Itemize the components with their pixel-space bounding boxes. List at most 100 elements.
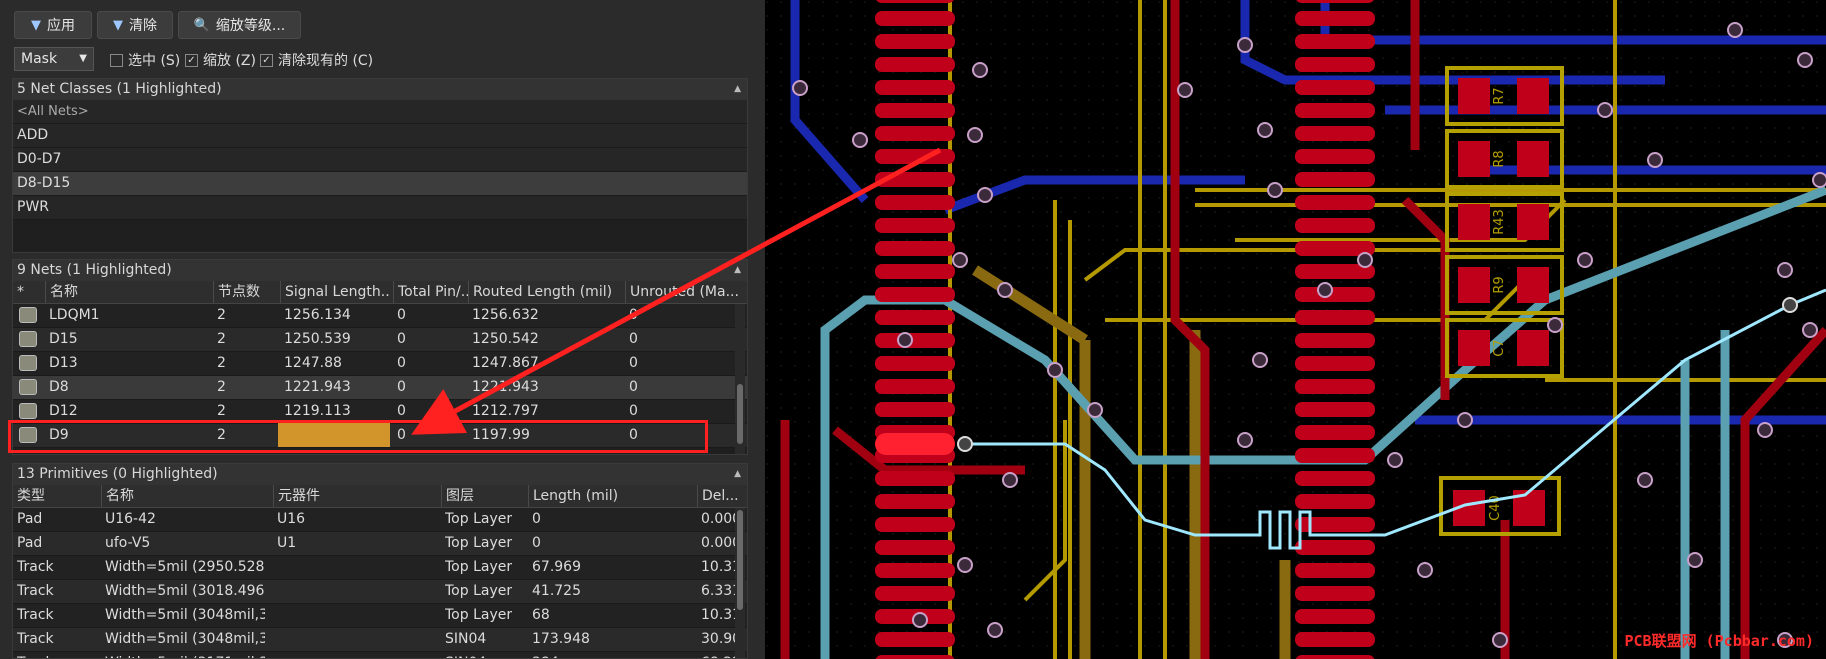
- via[interactable]: [1802, 322, 1818, 338]
- primitive-row[interactable]: Track Width=5mil (3048mil,3971 Top Layer 68…: [13, 604, 747, 628]
- net-color-swatch[interactable]: [19, 379, 37, 395]
- scroll-thumb[interactable]: [737, 384, 743, 444]
- via[interactable]: [1087, 402, 1103, 418]
- smd-pad[interactable]: [875, 356, 955, 371]
- via[interactable]: [1257, 122, 1273, 138]
- via[interactable]: [977, 187, 993, 203]
- via[interactable]: [1597, 102, 1613, 118]
- net-row[interactable]: D8 2 1221.943 0 1221.943 0: [13, 376, 747, 400]
- via[interactable]: [792, 80, 808, 96]
- smd-pad[interactable]: [1295, 310, 1375, 325]
- select-checkbox[interactable]: 选中 (S): [110, 52, 180, 69]
- col-routed-length[interactable]: Routed Length (mil): [468, 281, 623, 303]
- via[interactable]: [1727, 22, 1743, 38]
- via[interactable]: [1317, 282, 1333, 298]
- smd-pad[interactable]: [1295, 609, 1375, 624]
- smd-pad[interactable]: [1295, 540, 1375, 555]
- smd-pad[interactable]: [875, 402, 955, 417]
- smd-pad[interactable]: [875, 517, 955, 532]
- via[interactable]: [967, 127, 983, 143]
- smd-pad[interactable]: [875, 80, 955, 95]
- via[interactable]: [997, 282, 1013, 298]
- pcb-editor-canvas[interactable]: R7 R8 R43 R9 C7 C40 PCB联盟网 (Pcbbar.com): [765, 0, 1826, 659]
- smd-pad[interactable]: [875, 0, 955, 3]
- smd-pad[interactable]: [1295, 34, 1375, 49]
- smd-pad[interactable]: [1295, 333, 1375, 348]
- smd-pad[interactable]: [1295, 287, 1375, 302]
- primitive-row[interactable]: Track Width=5mil (3018.496mil,4 Top Layer 4…: [13, 580, 747, 604]
- smd-pad[interactable]: [1295, 57, 1375, 72]
- smd-pad[interactable]: [875, 586, 955, 601]
- smd-pad[interactable]: [875, 34, 955, 49]
- smd-pad[interactable]: [1295, 126, 1375, 141]
- checkbox-checked[interactable]: ✓: [260, 53, 273, 67]
- smd-pad[interactable]: [1295, 425, 1375, 440]
- col-total-pin[interactable]: Total Pin/...: [393, 281, 468, 303]
- smd-pad[interactable]: [875, 218, 955, 233]
- smd-pad[interactable]: [1295, 379, 1375, 394]
- smd-pad[interactable]: [1295, 195, 1375, 210]
- primitive-row[interactable]: Pad ufo-V5 U1 Top Layer 0 0.000: [13, 532, 747, 556]
- via[interactable]: [1647, 152, 1663, 168]
- smd-pad[interactable]: [875, 471, 955, 486]
- clear-button[interactable]: ▼ 清除: [97, 11, 173, 39]
- col-delay[interactable]: Del...: [697, 485, 742, 507]
- via[interactable]: [1357, 252, 1373, 268]
- col-layer[interactable]: 图层: [441, 485, 526, 507]
- via[interactable]: [1812, 172, 1826, 188]
- smd-pad[interactable]: [875, 172, 955, 187]
- checkbox-unchecked[interactable]: [110, 53, 123, 67]
- clear-existing-checkbox[interactable]: ✓ 清除现有的 (C): [260, 52, 373, 69]
- smd-pad[interactable]: [875, 655, 955, 659]
- net-color-swatch[interactable]: [19, 403, 37, 419]
- via[interactable]: [1417, 562, 1433, 578]
- collapse-icon[interactable]: ▲: [734, 79, 741, 100]
- smd-pad[interactable]: [875, 632, 955, 647]
- smd-pad[interactable]: [1295, 80, 1375, 95]
- col-component[interactable]: 元器件: [273, 485, 438, 507]
- smd-pad[interactable]: [1295, 356, 1375, 371]
- via[interactable]: [1002, 472, 1018, 488]
- net-color-swatch[interactable]: [19, 355, 37, 371]
- smd-pad[interactable]: [1295, 103, 1375, 118]
- smd-pad[interactable]: [875, 57, 955, 72]
- smd-pad[interactable]: [1295, 563, 1375, 578]
- via[interactable]: [1047, 362, 1063, 378]
- col-type[interactable]: 类型: [17, 485, 97, 507]
- collapse-icon[interactable]: ▲: [734, 260, 741, 281]
- via-highlighted[interactable]: [1782, 297, 1798, 313]
- via[interactable]: [1237, 432, 1253, 448]
- smd-pad[interactable]: [875, 126, 955, 141]
- via[interactable]: [1797, 52, 1813, 68]
- via[interactable]: [1577, 252, 1593, 268]
- smd-pad[interactable]: [875, 494, 955, 509]
- smd-pad[interactable]: [875, 264, 955, 279]
- net-class-item[interactable]: D0-D7: [13, 148, 747, 172]
- via[interactable]: [1252, 352, 1268, 368]
- smd-pad[interactable]: [1295, 172, 1375, 187]
- col-unrouted[interactable]: Unrouted (Ma...: [625, 281, 740, 303]
- smd-pad[interactable]: [1295, 448, 1375, 463]
- via[interactable]: [1387, 452, 1403, 468]
- smd-pad[interactable]: [1295, 218, 1375, 233]
- smd-pad[interactable]: [875, 103, 955, 118]
- checkbox-checked[interactable]: ✓: [185, 53, 198, 67]
- mask-mode-select[interactable]: Mask ▼: [14, 47, 94, 71]
- smd-pad[interactable]: [1295, 586, 1375, 601]
- smd-pad[interactable]: [875, 379, 955, 394]
- net-class-item[interactable]: ADD: [13, 124, 747, 148]
- smd-pad[interactable]: [875, 11, 955, 26]
- smd-pad[interactable]: [1295, 517, 1375, 532]
- via[interactable]: [1237, 37, 1253, 53]
- smd-pad[interactable]: [875, 149, 955, 164]
- smd-pad[interactable]: [1295, 402, 1375, 417]
- col-nodes[interactable]: 节点数: [213, 281, 278, 303]
- smd-pad[interactable]: [1295, 632, 1375, 647]
- via[interactable]: [1777, 262, 1793, 278]
- col-length[interactable]: Length (mil): [528, 485, 698, 507]
- via[interactable]: [1492, 632, 1508, 648]
- via[interactable]: [987, 622, 1003, 638]
- net-row[interactable]: D15 2 1250.539 0 1250.542 0: [13, 328, 747, 352]
- smd-pad[interactable]: [875, 540, 955, 555]
- smd-pad[interactable]: [1295, 0, 1375, 3]
